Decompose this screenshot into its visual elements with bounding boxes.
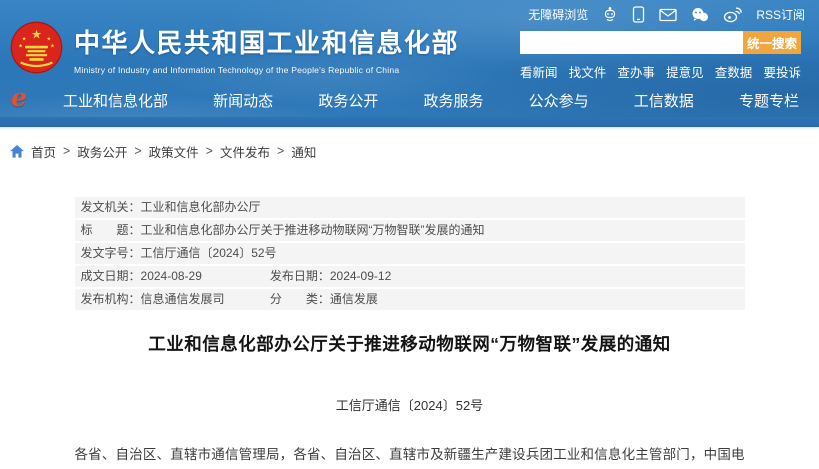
utility-bar: 无障碍浏览 RSS订阅	[528, 6, 805, 23]
nav-item-gov-disclosure[interactable]: 政务公开	[318, 90, 378, 111]
quick-link-data[interactable]: 查数据	[715, 62, 753, 81]
breadcrumb-notice: 通知	[291, 145, 317, 160]
nav-item-public-participation[interactable]: 公众参与	[529, 90, 589, 111]
mobile-icon[interactable]	[632, 6, 645, 23]
doc-meta-table: 发文机关：工业和信息化部办公厅 标 题：工业和信息化部办公厅关于推进移动物联网“…	[74, 197, 745, 310]
quick-links: 看新闻 找文件 查办事 提意见 查数据 要投诉	[520, 62, 801, 81]
svg-text:★: ★	[22, 36, 27, 42]
meta-row-org-category: 发布机构：信息通信发展司 分 类：通信发展	[74, 289, 745, 310]
meta-row-issuing-org: 发文机关：工业和信息化部办公厅	[74, 197, 745, 218]
breadcrumb-gov-disclosure[interactable]: 政务公开	[77, 142, 127, 161]
weibo-icon[interactable]	[723, 7, 743, 23]
breadcrumb-file-release[interactable]: 文件发布	[220, 142, 270, 161]
quick-link-files[interactable]: 找文件	[569, 62, 607, 81]
accessibility-link[interactable]: 无障碍浏览	[528, 6, 588, 23]
site-logo-text[interactable]: 中华人民共和国工业和信息化部 Ministry of Industry and …	[74, 23, 459, 75]
gov-e-icon: e	[11, 83, 27, 112]
emblem-star-big: ★	[31, 28, 42, 42]
main-nav: e 工业和信息化部 新闻动态 政务公开 政务服务 公众参与 工信数据 专题专栏	[0, 84, 819, 117]
quick-link-complaints[interactable]: 要投诉	[763, 62, 801, 81]
robot-icon[interactable]	[602, 6, 618, 23]
nav-item-gov-services[interactable]: 政务服务	[423, 90, 483, 111]
svg-text:★: ★	[50, 44, 55, 50]
article-body: 各省、自治区、直辖市通信管理局，各省、自治区、直辖市及新疆生产建设兵团工业和信息…	[74, 447, 745, 462]
meta-row-title: 标 题：工业和信息化部办公厅关于推进移动物联网“万物智联”发展的通知	[74, 220, 745, 241]
quick-link-suggestions[interactable]: 提意见	[666, 62, 704, 81]
search-area: 统一搜索 看新闻 找文件 查办事 提意见 查数据 要投诉	[520, 31, 801, 81]
nav-item-special-columns[interactable]: 专题专栏	[739, 90, 799, 111]
nav-bottom-strip	[0, 117, 819, 127]
search-input[interactable]	[520, 31, 743, 54]
nav-item-news[interactable]: 新闻动态	[213, 90, 273, 111]
article-container: 发文机关：工业和信息化部办公厅 标 题：工业和信息化部办公厅关于推进移动物联网“…	[74, 197, 745, 469]
nav-item-miit[interactable]: 工业和信息化部	[63, 90, 168, 111]
rss-link[interactable]: RSS订阅	[756, 6, 805, 23]
meta-row-doc-number: 发文字号：工信厅通信〔2024〕52号	[74, 243, 745, 264]
breadcrumb-policy-files[interactable]: 政策文件	[149, 142, 199, 161]
search-button[interactable]: 统一搜索	[743, 31, 801, 54]
breadcrumb-home[interactable]: 首页	[31, 142, 56, 161]
svg-text:★: ★	[46, 36, 51, 42]
wechat-icon[interactable]	[691, 7, 709, 23]
article-doc-number: 工信厅通信〔2024〕52号	[335, 398, 484, 413]
article-title: 工业和信息化部办公厅关于推进移动物联网“万物智联”发展的通知	[148, 334, 671, 354]
mail-icon[interactable]	[659, 8, 677, 22]
breadcrumb: 首页 > 政务公开 > 政策文件 > 文件发布 > 通知	[10, 142, 819, 160]
site-subtitle: Ministry of Industry and Information Tec…	[74, 65, 400, 75]
site-header: 无障碍浏览 RSS订阅 ★ ★ ★ ★ ★ 中华人民共和国工业和信息化部 Min…	[0, 0, 819, 127]
quick-link-services[interactable]: 查办事	[617, 62, 655, 81]
svg-text:★: ★	[18, 44, 23, 50]
home-icon[interactable]	[10, 144, 24, 158]
site-title: 中华人民共和国工业和信息化部	[74, 28, 460, 58]
nav-item-data[interactable]: 工信数据	[634, 90, 694, 111]
national-emblem-logo[interactable]: ★ ★ ★ ★ ★	[10, 21, 63, 74]
quick-link-news[interactable]: 看新闻	[520, 62, 558, 81]
meta-row-dates: 成文日期：2024-08-29 发布日期：2024-09-12	[74, 266, 745, 287]
